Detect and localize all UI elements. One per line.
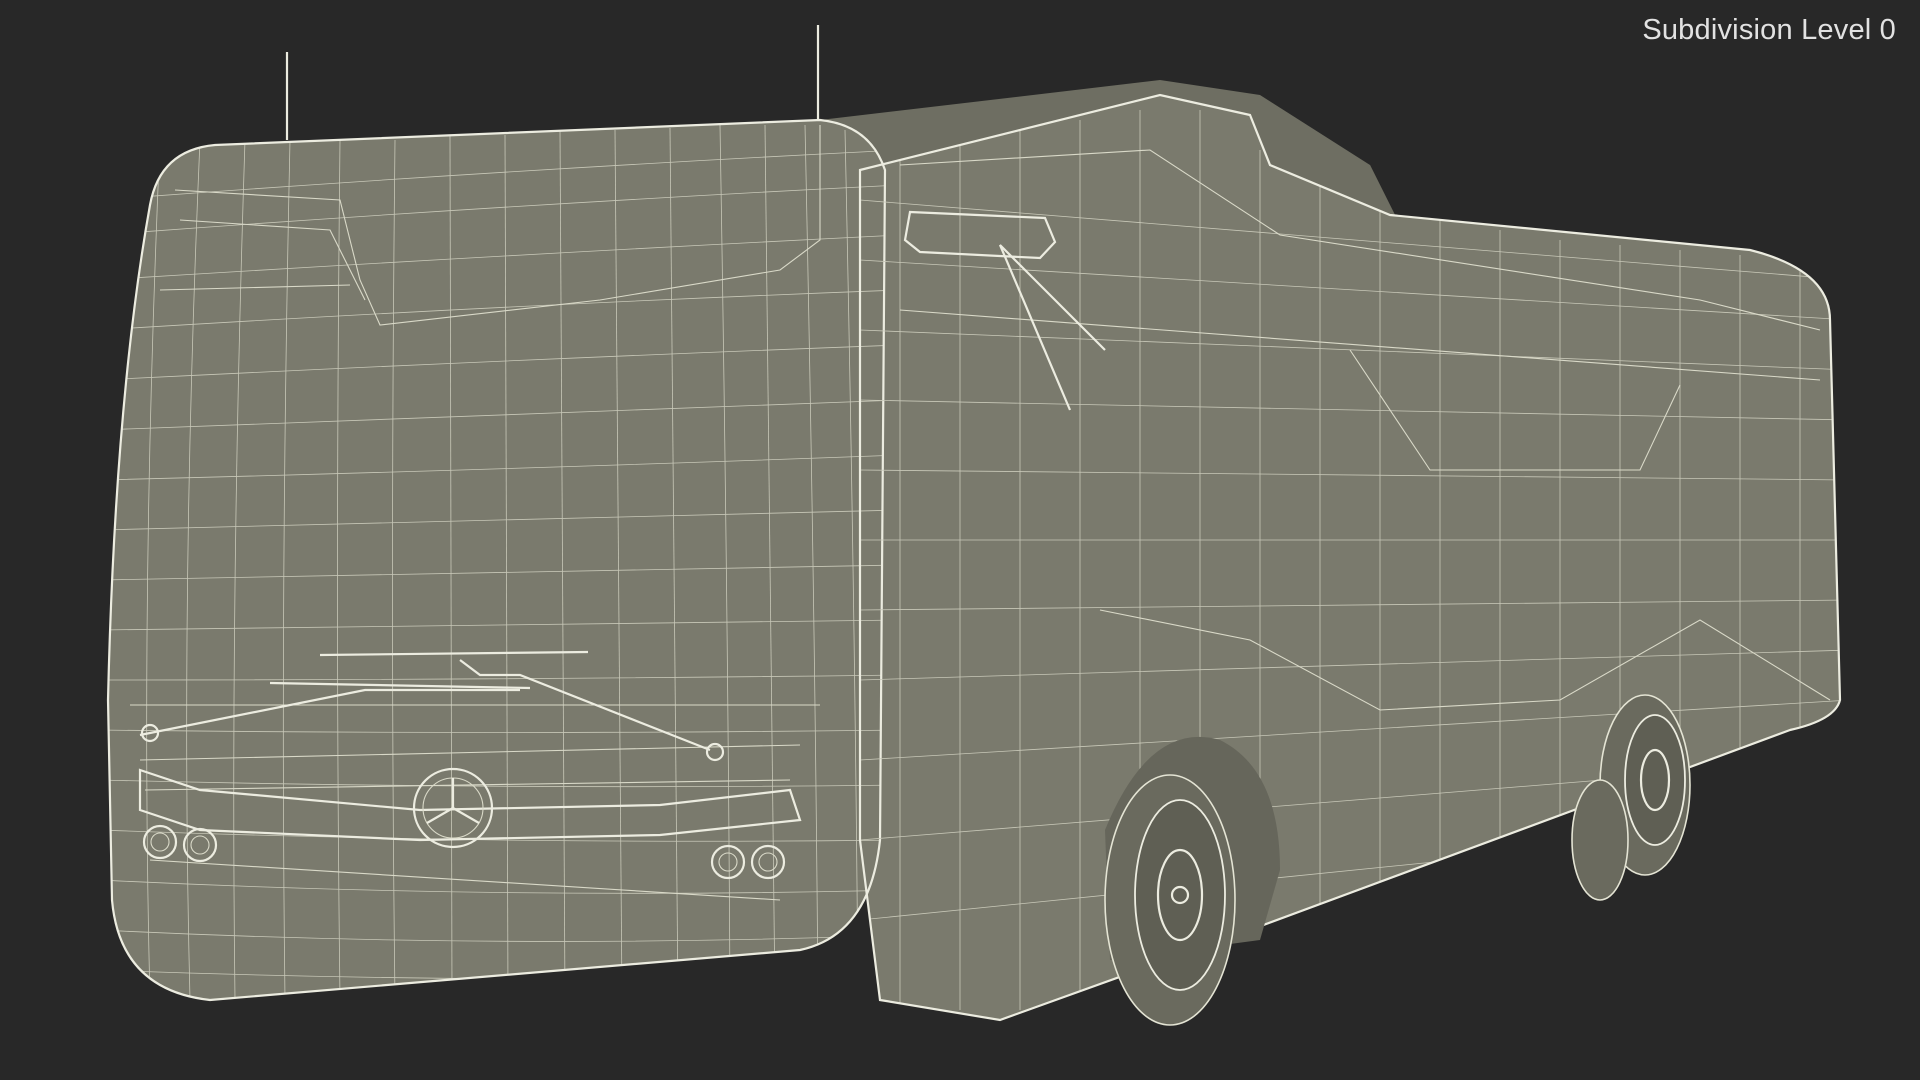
wireframe-bus-model — [106, 25, 1842, 1026]
bus-side-panel — [860, 95, 1840, 1020]
3d-viewport[interactable]: Subdivision Level 0 — [0, 0, 1920, 1080]
bus-front-panel — [108, 120, 885, 1000]
front-wheel — [1104, 774, 1236, 1026]
